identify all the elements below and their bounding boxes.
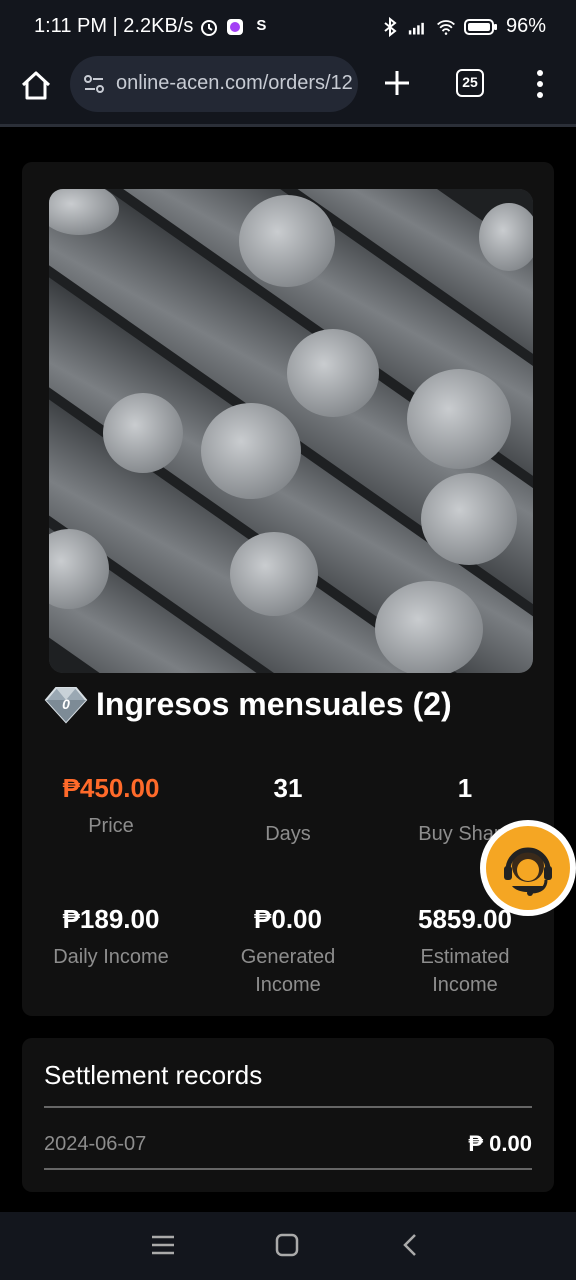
new-tab-icon[interactable]: [380, 66, 414, 100]
days-value: 31: [273, 773, 303, 803]
recents-menu-icon[interactable]: [148, 1230, 178, 1260]
tab-switcher-button[interactable]: 25: [456, 69, 484, 97]
product-title: Ingresos mensuales (2): [96, 685, 452, 722]
stat-days: 31 Days: [199, 772, 377, 848]
settlement-records-card: Settlement records 2024-06-07 ₱ 0.00: [22, 1038, 554, 1192]
stat-estimated-income: 5859.00 Estimated Income: [376, 903, 554, 999]
messenger-icon: [227, 18, 244, 35]
alarm-icon: [201, 19, 218, 36]
price-value: ₱450.00: [62, 773, 160, 803]
home-icon[interactable]: [18, 68, 54, 104]
status-bar: 1:11 PM | 2.2KB/s S 96%: [0, 0, 576, 56]
generated-income-label: Generated Income: [240, 946, 336, 996]
stat-daily-income: ₱189.00 Daily Income: [22, 903, 200, 971]
stat-price: ₱450.00 Price: [22, 772, 200, 840]
bluetooth-icon: [384, 16, 397, 37]
days-label: Days: [265, 823, 311, 845]
status-time: 1:11 PM | 2.2KB/s: [34, 15, 194, 37]
diamond-icon: 0: [44, 687, 88, 724]
records-divider: [44, 1106, 532, 1108]
record-divider: [44, 1168, 532, 1170]
address-bar[interactable]: online-acen.com/orders/12: [70, 56, 358, 112]
signal-icon: [408, 22, 424, 34]
support-inner[interactable]: [486, 826, 570, 910]
buy-share-value: 1: [457, 773, 473, 803]
daily-income-value: ₱189.00: [62, 904, 160, 934]
records-title: Settlement records: [44, 1060, 263, 1090]
toolbar-divider: [0, 124, 576, 127]
price-label: Price: [88, 815, 134, 837]
daily-income-label: Daily Income: [53, 946, 169, 968]
s-app-icon: S: [256, 16, 267, 34]
more-menu-icon[interactable]: [530, 68, 550, 100]
site-settings-icon[interactable]: [82, 72, 106, 96]
headset-agent-icon: [504, 847, 552, 896]
battery-level: 96%: [505, 15, 546, 37]
steel-bars-image: [49, 189, 533, 673]
list-item: 2024-06-07 ₱ 0.00: [44, 1128, 532, 1160]
estimated-income-label: Estimated Income: [420, 946, 510, 996]
url-text[interactable]: online-acen.com/orders/12: [116, 72, 352, 95]
generated-income-value: ₱0.00: [254, 904, 322, 934]
home-nav-icon[interactable]: [272, 1230, 302, 1260]
back-icon[interactable]: [396, 1230, 426, 1260]
record-date: 2024-06-07: [44, 1132, 147, 1155]
status-right: 96%: [380, 15, 546, 38]
system-nav-bar: [0, 1212, 576, 1280]
svg-text:0: 0: [62, 696, 70, 712]
product-image: [49, 189, 533, 673]
customer-support-button[interactable]: [480, 820, 576, 916]
record-amount: ₱ 0.00: [468, 1131, 532, 1156]
product-card: 0 Ingresos mensuales (2) ₱450.00 Price 3…: [22, 162, 554, 1016]
battery-icon: [463, 18, 497, 35]
wifi-icon: [436, 19, 455, 35]
status-left: 1:11 PM | 2.2KB/s S: [34, 15, 271, 38]
product-title-row: 0 Ingresos mensuales (2): [44, 680, 452, 728]
browser-toolbar: online-acen.com/orders/12 25: [0, 56, 576, 126]
stat-generated-income: ₱0.00 Generated Income: [199, 903, 377, 999]
